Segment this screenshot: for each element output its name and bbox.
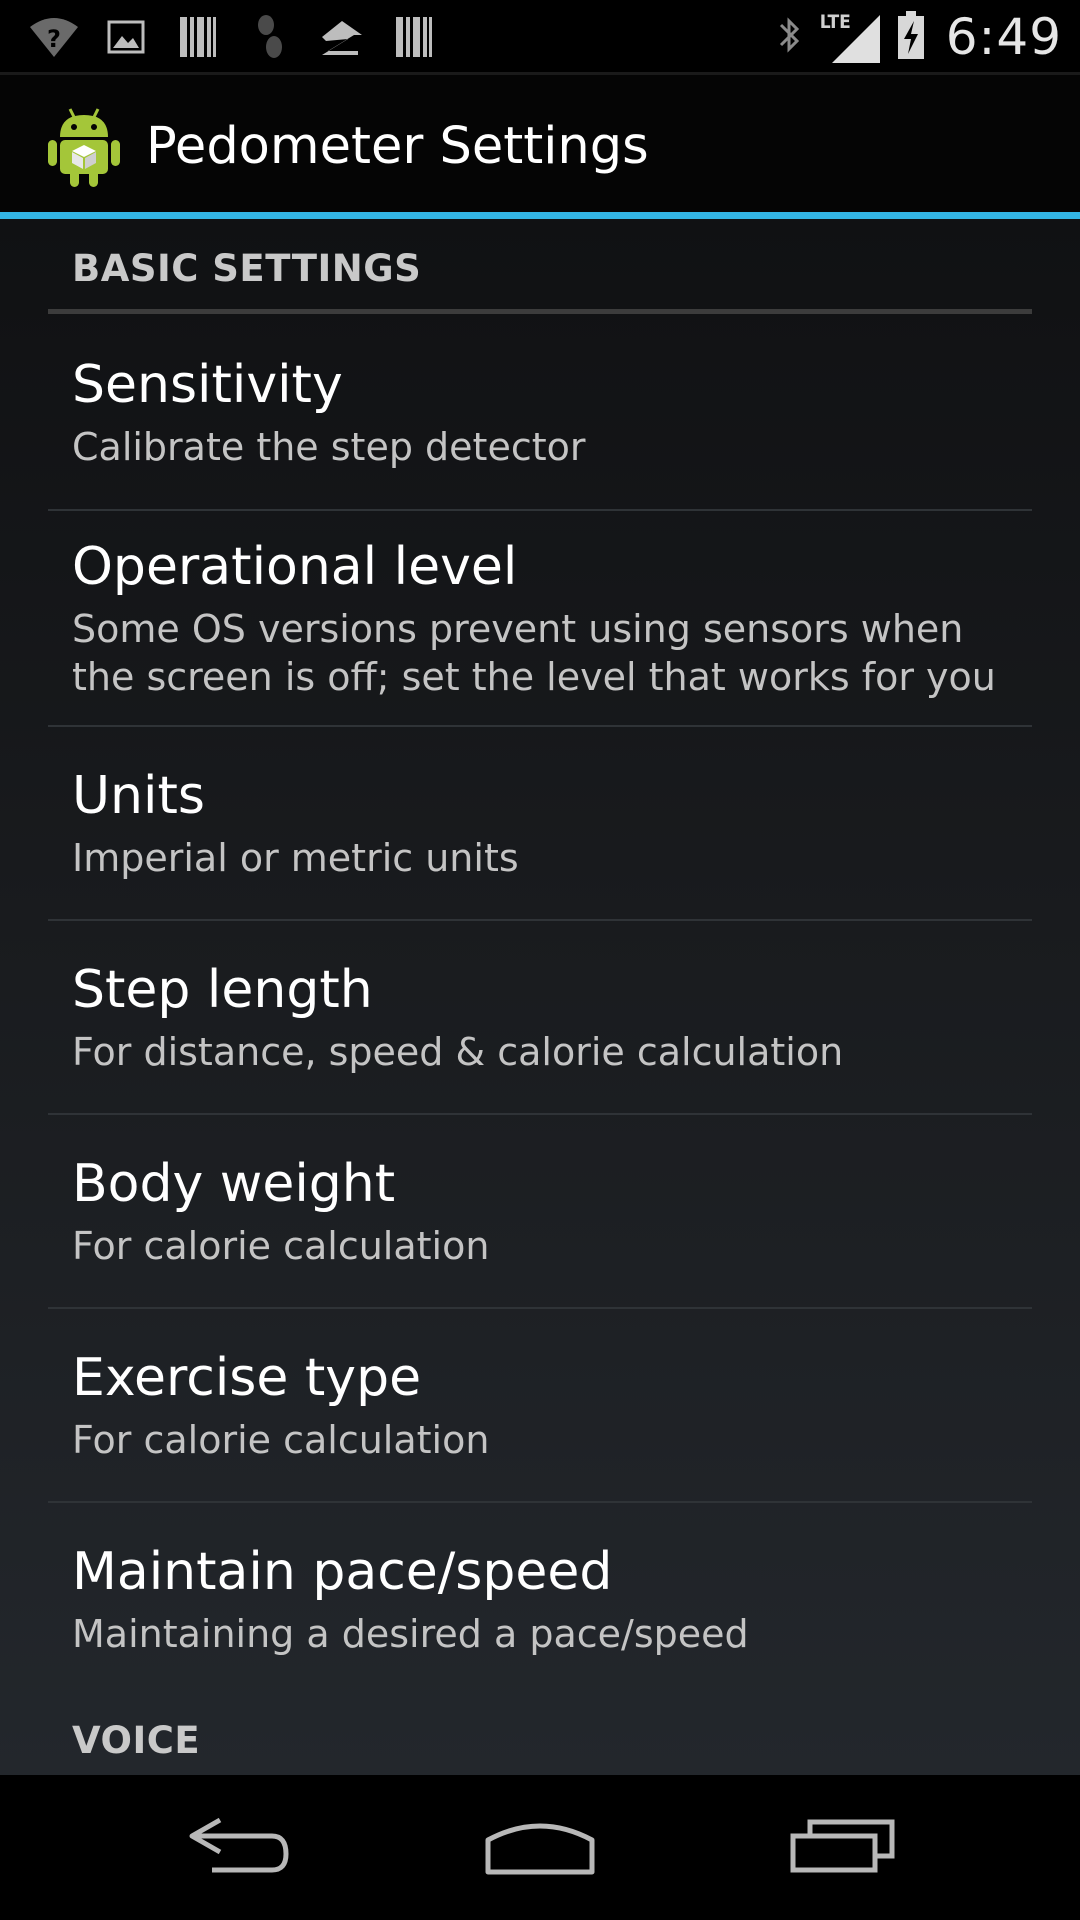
category-header: BASIC SETTINGS xyxy=(72,247,422,290)
pref-title: Units xyxy=(72,766,205,826)
home-icon xyxy=(484,1816,596,1880)
navigation-bar xyxy=(0,1775,1080,1920)
clock: 6:49 xyxy=(945,8,1062,66)
recent-apps-icon xyxy=(790,1818,896,1878)
wifi-question-icon: ? xyxy=(28,11,80,63)
system-icons: LTE 6:49 xyxy=(772,6,1062,68)
pref-title: Operational level xyxy=(72,537,518,597)
pref-summary: For distance, speed & calorie calculatio… xyxy=(72,1030,844,1074)
pref-summary: For calorie calculation xyxy=(72,1418,490,1462)
pref-summary-line: the screen is off; set the level that wo… xyxy=(72,655,996,699)
battery-charging-icon xyxy=(896,9,926,65)
pref-title: Sensitivity xyxy=(72,355,343,415)
zillow-icon xyxy=(316,11,368,63)
list-divider xyxy=(48,1307,1032,1309)
category-voice: VOICE xyxy=(48,1719,1032,1775)
page-title: Pedometer Settings xyxy=(146,117,649,176)
back-icon xyxy=(184,1814,294,1882)
recent-apps-button[interactable] xyxy=(768,1805,918,1890)
pref-exercise-type[interactable]: Exercise type For calorie calculation xyxy=(48,1348,1032,1498)
pref-summary: Maintaining a desired a pace/speed xyxy=(72,1612,749,1656)
signal-icon: LTE xyxy=(820,9,882,65)
barcode-icon xyxy=(172,11,224,63)
pref-sensitivity[interactable]: Sensitivity Calibrate the step detector xyxy=(48,355,1032,505)
category-header: VOICE xyxy=(72,1719,201,1762)
pref-summary: Calibrate the step detector xyxy=(72,425,586,469)
pref-title: Step length xyxy=(72,960,373,1020)
pref-maintain-pace-speed[interactable]: Maintain pace/speed Maintaining a desire… xyxy=(48,1542,1032,1692)
category-divider xyxy=(48,309,1032,314)
list-divider xyxy=(48,1501,1032,1503)
bluetooth-icon xyxy=(772,11,806,63)
status-bar: ? LTE 6:49 xyxy=(0,0,1080,75)
pref-step-length[interactable]: Step length For distance, speed & calori… xyxy=(48,960,1032,1110)
pref-title: Exercise type xyxy=(72,1348,422,1408)
pref-title: Body weight xyxy=(72,1154,396,1214)
image-icon xyxy=(100,11,152,63)
action-bar-accent-line xyxy=(0,212,1080,219)
svg-text:?: ? xyxy=(47,25,61,53)
list-divider xyxy=(48,725,1032,727)
list-divider xyxy=(48,509,1032,511)
pref-units[interactable]: Units Imperial or metric units xyxy=(48,766,1032,916)
list-divider xyxy=(48,919,1032,921)
category-basic-settings: BASIC SETTINGS xyxy=(48,219,1032,317)
pref-summary: Imperial or metric units xyxy=(72,836,519,880)
pref-operational-level[interactable]: Operational level Some OS versions preve… xyxy=(48,537,1032,717)
settings-list[interactable]: BASIC SETTINGS Sensitivity Calibrate the… xyxy=(0,219,1080,1775)
footprint-icon xyxy=(244,11,296,63)
notification-icons: ? xyxy=(28,8,440,66)
android-icon[interactable] xyxy=(46,105,122,189)
pref-body-weight[interactable]: Body weight For calorie calculation xyxy=(48,1154,1032,1304)
pref-summary: For calorie calculation xyxy=(72,1224,490,1268)
home-button[interactable] xyxy=(465,1805,615,1890)
list-divider xyxy=(48,1113,1032,1115)
pref-title: Maintain pace/speed xyxy=(72,1542,613,1602)
action-bar: Pedometer Settings xyxy=(0,75,1080,212)
back-button[interactable] xyxy=(164,1805,314,1890)
pref-summary: Some OS versions prevent using sensors w… xyxy=(72,605,1012,701)
pref-summary-line: Some OS versions prevent using sensors w… xyxy=(72,607,964,651)
barcode-icon xyxy=(388,11,440,63)
